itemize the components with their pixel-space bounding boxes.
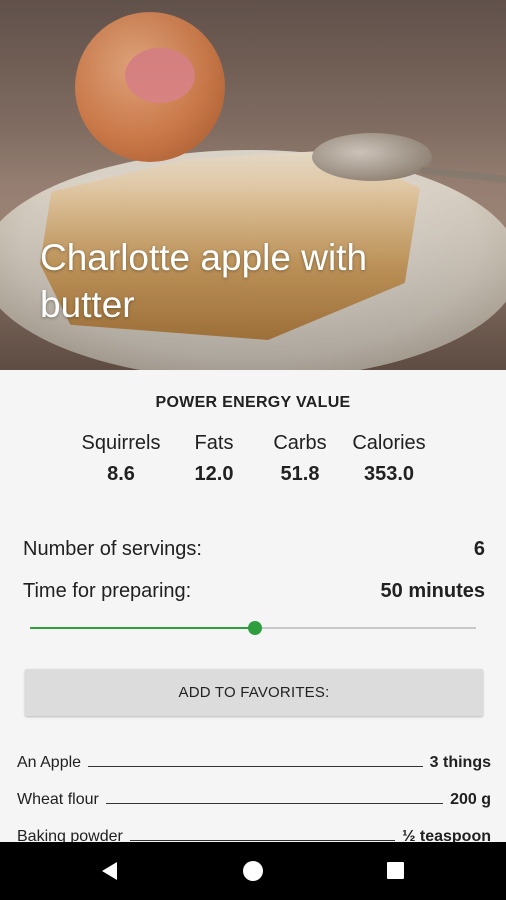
- slider-thumb[interactable]: [248, 621, 263, 635]
- nutrient-label: Calories: [352, 432, 426, 454]
- prep-time-row: Time for preparing: 50 minutes: [23, 580, 485, 606]
- nutrient-value: 8.6: [107, 463, 135, 485]
- ingredient-leader-line: [88, 766, 423, 767]
- nutrient-label: Squirrels: [81, 432, 161, 454]
- recipe-title: Charlotte apple with butter: [40, 237, 368, 325]
- servings-row: Number of servings: 6: [23, 538, 485, 564]
- recent-apps-icon[interactable]: [387, 862, 404, 879]
- ingredient-row: An Apple 3 things: [17, 750, 491, 772]
- prep-time-value: 50 minutes: [380, 580, 485, 602]
- ingredient-quantity: 3 things: [429, 754, 491, 771]
- servings-label: Number of servings:: [23, 538, 202, 560]
- nutrient-label: Carbs: [273, 432, 327, 454]
- add-to-favorites-button[interactable]: ADD TO FAVORITES:: [25, 669, 483, 716]
- nutrient-calories: Calories 353.0: [344, 432, 434, 486]
- slider-fill: [30, 627, 256, 629]
- ingredient-row: Wheat flour 200 g: [17, 787, 491, 809]
- recipe-hero-image: Charlotte apple with butter: [0, 0, 506, 370]
- nutrient-value: 353.0: [363, 463, 415, 485]
- nutrient-value: 51.8: [280, 463, 320, 485]
- system-navigation-bar: [0, 842, 506, 900]
- ingredient-name: An Apple: [17, 754, 82, 771]
- nutrient-carbs: Carbs 51.8: [262, 432, 338, 486]
- nutrient-squirrels: Squirrels 8.6: [72, 432, 170, 486]
- servings-slider[interactable]: [30, 618, 476, 638]
- nutrient-fats: Fats 12.0: [178, 432, 250, 486]
- nutrient-label: Fats: [194, 432, 234, 454]
- ingredient-name: Wheat flour: [17, 791, 99, 808]
- prep-time-label: Time for preparing:: [23, 580, 192, 602]
- nutrient-value: 12.0: [194, 463, 234, 485]
- ingredient-quantity: 200 g: [450, 791, 491, 808]
- ingredient-leader-line: [105, 803, 444, 804]
- energy-value-heading: POWER ENERGY VALUE: [155, 394, 351, 411]
- ingredient-leader-line: [129, 840, 396, 841]
- back-icon[interactable]: [102, 862, 117, 880]
- servings-value: 6: [473, 538, 485, 560]
- home-icon[interactable]: [243, 861, 263, 881]
